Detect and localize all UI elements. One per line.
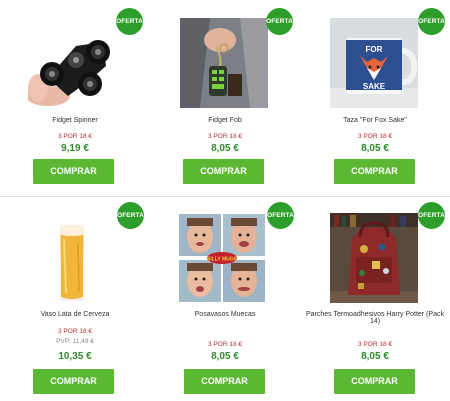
silly-mugs-sticker: SILLY MUGS <box>207 257 238 263</box>
product-card-faces-coasters: SILLY MUGS OFERTA Posavasos Muecas 3 POR… <box>150 197 300 401</box>
fidget-spinner-photo <box>28 18 116 108</box>
product-name[interactable]: Posavasos Muecas <box>150 311 300 318</box>
product-card-fidget-spinner: OFERTA Fidget Spinner 3 POR 18 € 9,19 € … <box>0 0 150 196</box>
mug-text-for: FOR <box>366 45 383 54</box>
oferta-badge: OFERTA <box>267 202 294 229</box>
product-price: 8,05 € <box>211 351 239 362</box>
comprar-button[interactable]: COMPRAR <box>334 159 415 184</box>
oferta-badge: OFERTA <box>418 202 445 229</box>
promo-text: 3 POR 18 € <box>208 341 242 348</box>
fidget-spinner-image[interactable] <box>28 18 116 108</box>
product-name[interactable]: Parches Termoadhesivos Harry Potter (Pac… <box>300 311 450 325</box>
backpack-patches-photo <box>330 213 418 303</box>
pvp-text: PVP: 11,49 € <box>56 338 94 345</box>
fidget-fob-photo <box>180 18 268 108</box>
product-card-hp-patches: OFERTA Parches Termoadhesivos Harry Pott… <box>300 197 450 401</box>
promo-text: 3 POR 18 € <box>58 328 92 335</box>
hp-patches-image[interactable] <box>330 213 418 303</box>
comprar-button[interactable]: COMPRAR <box>33 159 114 184</box>
product-price: 9,19 € <box>61 143 89 154</box>
beer-glass-image[interactable] <box>28 213 116 303</box>
promo-text: 3 POR 18 € <box>208 133 242 140</box>
oferta-badge: OFERTA <box>117 202 144 229</box>
comprar-button[interactable]: COMPRAR <box>183 159 264 184</box>
product-name[interactable]: Vaso Lata de Cerveza <box>0 311 150 318</box>
product-price: 8,05 € <box>211 143 239 154</box>
oferta-badge: OFERTA <box>266 8 293 35</box>
comprar-button[interactable]: COMPRAR <box>33 369 114 394</box>
product-name[interactable]: Taza "For Fox Sake" <box>300 117 450 124</box>
product-card-fidget-fob: OFERTA Fidget Fob 3 POR 18 € 8,05 € COMP… <box>150 0 300 196</box>
faces-coasters-image[interactable]: SILLY MUGS <box>178 213 266 303</box>
fidget-fob-image[interactable] <box>180 18 268 108</box>
product-price: 8,05 € <box>361 351 389 362</box>
product-card-beer-glass: OFERTA Vaso Lata de Cerveza 3 POR 18 € P… <box>0 197 150 401</box>
oferta-badge: OFERTA <box>116 8 143 35</box>
fox-mug-photo: FOR SAKE <box>330 18 418 108</box>
promo-text: 3 POR 18 € <box>58 133 92 140</box>
beer-glass-photo <box>28 213 116 303</box>
product-price: 8,05 € <box>361 143 389 154</box>
faces-coasters-photo: SILLY MUGS <box>178 213 266 303</box>
oferta-badge: OFERTA <box>418 8 445 35</box>
comprar-button[interactable]: COMPRAR <box>334 369 415 394</box>
mug-text-sake: SAKE <box>363 82 386 91</box>
fox-mug-image[interactable]: FOR SAKE <box>330 18 418 108</box>
product-name[interactable]: Fidget Fob <box>150 117 300 124</box>
product-name[interactable]: Fidget Spinner <box>0 117 150 124</box>
product-price: 10,35 € <box>58 351 92 362</box>
product-card-fox-mug: FOR SAKE OFERTA Taza "For Fox Sake" 3 PO… <box>300 0 450 196</box>
promo-text: 3 POR 18 € <box>358 133 392 140</box>
promo-text: 3 POR 18 € <box>358 341 392 348</box>
comprar-button[interactable]: COMPRAR <box>184 369 265 394</box>
